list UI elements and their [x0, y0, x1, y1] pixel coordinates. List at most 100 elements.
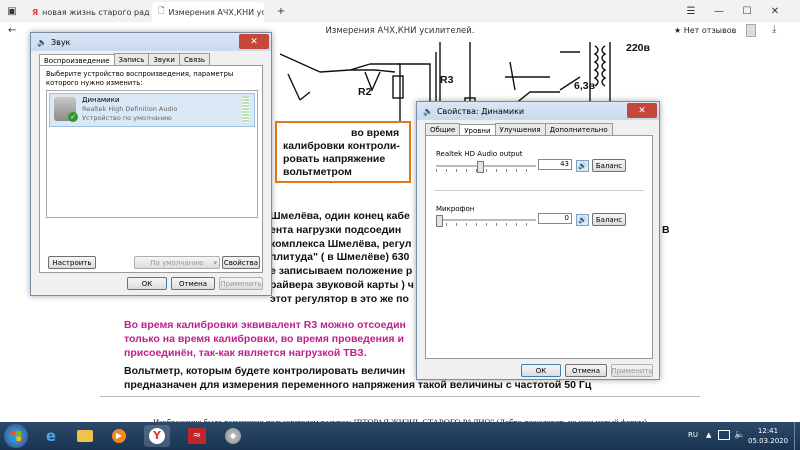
browser-tab-bar: ▣ Я новая жизнь старого радио 🗋 Измерени… — [0, 0, 800, 22]
yandex-browser-icon[interactable]: Y — [144, 425, 170, 447]
callout-line: ровать напряжение — [283, 153, 386, 165]
device-name: Динамики — [82, 96, 120, 104]
output-level-value[interactable]: 43 — [538, 159, 572, 170]
slider-ticks — [436, 223, 536, 226]
network-icon[interactable] — [718, 430, 730, 440]
slider-track — [436, 219, 536, 221]
slider-thumb[interactable] — [436, 215, 443, 227]
mute-mic-icon[interactable]: 🔊 — [576, 214, 589, 226]
tray-arrow-icon[interactable]: ▲ — [706, 431, 711, 439]
mic-volume-slider[interactable] — [436, 215, 536, 227]
maximize-button[interactable]: ☐ — [734, 0, 760, 22]
mic-level-value[interactable]: 0 — [538, 213, 572, 224]
text-fragment: В — [662, 224, 670, 236]
cancel-button[interactable]: Отмена — [565, 364, 607, 377]
start-button[interactable] — [4, 424, 28, 448]
schematic-label-r2: R2 — [358, 86, 372, 98]
taskbar: e ▶ Y ≈ RU ▲ 🔈 12:41 05.03.2020 — [0, 422, 800, 450]
text-line: плитуда" ( в Шмелёве) 630 — [270, 251, 410, 264]
windows-logo-icon — [11, 431, 21, 441]
audio-app-icon[interactable]: ≈ — [184, 425, 210, 447]
text-line: е записываем положение р — [270, 265, 413, 278]
speaker-icon: 🔈 — [37, 37, 47, 47]
configure-button[interactable]: Настроить — [48, 256, 96, 269]
dialog-title: Свойства: Динамики — [436, 106, 525, 116]
file-explorer-icon[interactable] — [72, 425, 98, 447]
text-line: Во время калибровки эквивалент R3 можно … — [124, 319, 406, 331]
device-prompt: Выберите устройство воспроизведения, пар… — [46, 70, 234, 87]
minimize-button[interactable]: — — [706, 0, 732, 22]
disc-app-icon[interactable] — [220, 425, 246, 447]
clock[interactable]: 12:41 05.03.2020 — [748, 426, 788, 446]
output-balance-button[interactable]: Баланс — [592, 159, 626, 172]
article-paragraph-1: Шмелёва, один конец кабе ента нагрузки п… — [270, 210, 414, 307]
language-indicator[interactable]: RU — [688, 431, 698, 439]
dropdown-arrow-icon: ▾ — [213, 258, 217, 267]
text-line: присоединён, так-как является нагрузкой … — [124, 347, 367, 359]
download-icon[interactable]: ⤓ — [772, 24, 776, 35]
dialog-title: Звук — [50, 37, 71, 47]
new-tab-button[interactable]: + — [268, 0, 294, 22]
cancel-button[interactable]: Отмена — [171, 277, 215, 290]
playback-panel: Выберите устройство воспроизведения, пар… — [39, 65, 263, 273]
yandex-icon: Я — [32, 7, 39, 17]
slider-ticks — [436, 169, 536, 172]
document-icon: 🗋 — [158, 6, 165, 15]
properties-titlebar[interactable]: 🔈 Свойства: Динамики — [417, 102, 659, 120]
slider-thumb[interactable] — [476, 161, 484, 173]
volume-icon[interactable]: 🔈 — [734, 430, 745, 440]
tab-label: новая жизнь старого радио — [42, 7, 150, 17]
article-paragraph-2: Во время калибровки эквивалент R3 можно … — [124, 318, 406, 360]
set-default-select[interactable]: По умолчанию ▾ — [134, 256, 220, 269]
text-line: этот регулятор в это же по — [270, 292, 409, 305]
bookmarks-icon[interactable]: ☰ — [678, 0, 704, 22]
text-line: Шмелёва, один конец кабе — [270, 210, 410, 222]
schematic-label-220v: 220в — [626, 42, 650, 54]
speaker-icon: 🔈 — [423, 106, 433, 116]
output-label: Realtek HD Audio output — [436, 150, 523, 158]
text-line: ента нагрузки подсоедин — [270, 223, 402, 236]
calibration-callout: во время калибровки контроли- ровать нап… — [275, 121, 411, 183]
mute-speaker-icon[interactable]: 🔊 — [576, 160, 589, 172]
callout-line: калибровки контроли- — [283, 140, 400, 152]
divider — [100, 396, 700, 397]
callout-line: вольтметром — [283, 166, 352, 178]
ok-button[interactable]: ОК — [127, 277, 167, 290]
clock-date: 05.03.2020 — [748, 437, 789, 445]
sound-dialog-titlebar[interactable]: 🔈 Звук — [31, 33, 271, 51]
ok-button[interactable]: ОК — [521, 364, 561, 377]
schematic-label-r3: R3 — [440, 74, 454, 86]
select-label: По умолчанию — [150, 258, 204, 267]
text-line: только на время калибровки, во время про… — [124, 333, 404, 345]
clock-time: 12:41 — [757, 427, 779, 435]
callout-line: во время — [351, 127, 400, 139]
feedback-button[interactable]: ★ Нет отзывов — [674, 26, 736, 35]
default-check-icon: ✓ — [68, 112, 78, 122]
separator — [434, 190, 644, 191]
tab-yandex[interactable]: Я новая жизнь старого радио — [26, 2, 150, 22]
apply-button[interactable]: Применить — [219, 277, 263, 290]
mic-balance-button[interactable]: Баланс — [592, 213, 626, 226]
device-driver: Realtek High Definition Audio — [82, 105, 178, 113]
media-player-icon[interactable]: ▶ — [106, 425, 132, 447]
properties-button[interactable]: Свойства — [222, 256, 260, 269]
sound-dialog: 🔈 Звук ✕ Воспроизведение Запись Звуки Св… — [30, 32, 272, 296]
mic-label: Микрофон — [436, 205, 475, 213]
bookmark-icon[interactable] — [746, 24, 756, 37]
show-desktop-button[interactable] — [794, 422, 800, 450]
internet-explorer-icon[interactable]: e — [38, 425, 64, 447]
device-status: Устройство по умолчанию — [82, 114, 172, 122]
device-list-item[interactable]: ✓ Динамики Realtek High Definition Audio… — [49, 93, 255, 127]
close-dialog-button[interactable]: ✕ — [627, 103, 657, 118]
levels-panel: Realtek HD Audio output 43 🔊 Баланс Микр… — [425, 135, 653, 359]
tab-label: Измерения АЧХ,КНИ ус — [168, 7, 264, 17]
text-line: предназначен для измерения переменного н… — [124, 379, 592, 391]
close-window-button[interactable]: ✕ — [762, 0, 788, 22]
output-volume-slider[interactable] — [436, 161, 536, 173]
text-line: райвера звуковой карты ) ч — [270, 278, 414, 291]
level-meter — [242, 96, 249, 124]
tabs-menu-icon[interactable]: ▣ — [0, 0, 24, 22]
tab-active-page[interactable]: 🗋 Измерения АЧХ,КНИ ус ✕ — [152, 2, 264, 22]
apply-button[interactable]: Применить — [611, 364, 653, 377]
close-dialog-button[interactable]: ✕ — [239, 34, 269, 49]
